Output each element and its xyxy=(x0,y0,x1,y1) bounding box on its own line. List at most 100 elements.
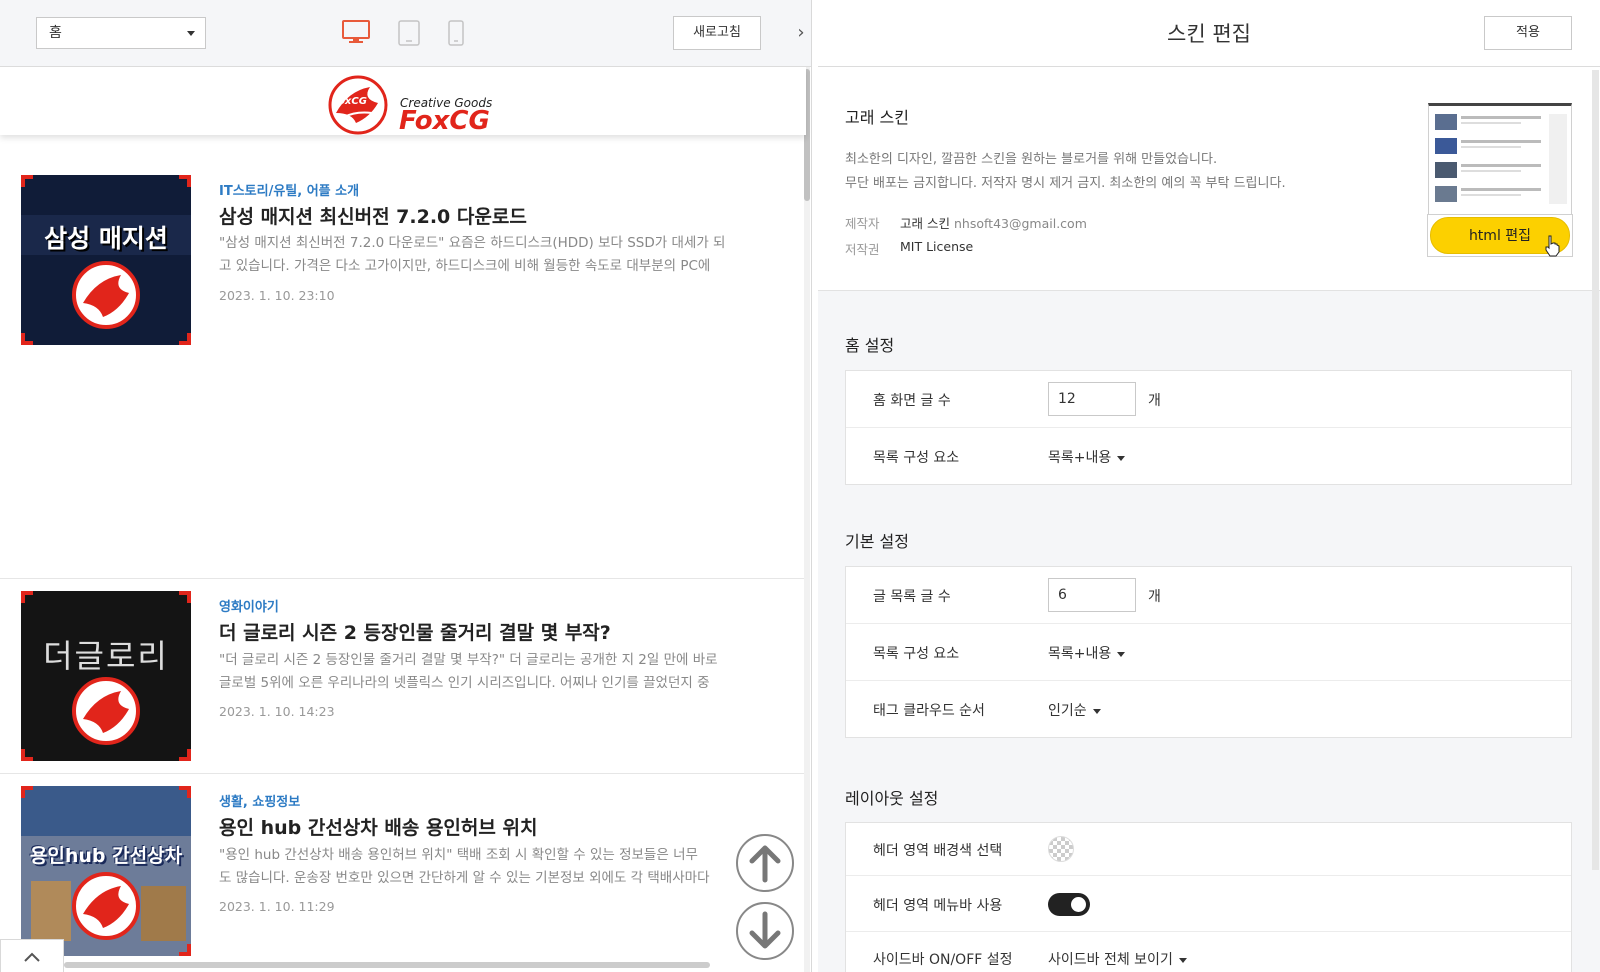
thumbnail-title: 더글로리 xyxy=(43,637,169,675)
apply-button[interactable]: 적용 xyxy=(1484,16,1572,50)
row-label: 홈 화면 글 수 xyxy=(873,393,951,409)
editor-scrollbar[interactable] xyxy=(1592,70,1599,870)
mobile-icon[interactable] xyxy=(448,20,464,46)
chevron-right-icon[interactable]: › xyxy=(792,22,810,44)
list-post-count-input[interactable] xyxy=(1048,578,1136,612)
row-label: 헤더 영역 배경색 선택 xyxy=(873,843,1003,859)
post-title[interactable]: 삼성 매지션 최신버전 7.2.0 다운로드 xyxy=(219,202,527,229)
caret-down-icon xyxy=(1092,708,1101,714)
license-label: 저작권 xyxy=(845,242,880,257)
settings-row: 태그 클라우드 순서 인기순 xyxy=(846,681,1571,738)
row-label: 태그 클라우드 순서 xyxy=(873,703,985,719)
thumbnail-frame xyxy=(21,786,191,956)
post-thumbnail[interactable]: 용인hub 간선상차 xyxy=(21,786,191,956)
horizontal-scrollbar[interactable] xyxy=(64,962,710,968)
row-label: 헤더 영역 메뉴바 사용 xyxy=(873,898,1003,914)
post-date: 2023. 1. 10. 14:23 xyxy=(219,704,335,719)
settings-row: 헤더 영역 배경색 선택 xyxy=(846,823,1571,876)
post-excerpt-line: "더 글로리 시즌 2 등장인물 줄거리 결말 몇 부작?" 더 글로리는 공개… xyxy=(219,652,718,668)
dropdown-value: 목록+내용 xyxy=(1048,450,1112,466)
preview-scrollbar[interactable] xyxy=(804,67,810,972)
thumbnail-title: 삼성 매지션 xyxy=(44,224,168,253)
arrow-down-icon xyxy=(749,911,781,949)
post-excerpt-line: 고 있습니다. 가격은 다소 고가이지만, 하드디스크에 비해 월등한 속도로 … xyxy=(219,258,711,274)
post-title[interactable]: 더 글로리 시즌 2 등장인물 줄거리 결말 몇 부작? xyxy=(219,618,611,645)
sidebar-onoff-dropdown[interactable]: 사이드바 전체 보이기 xyxy=(1048,949,1187,969)
post-date: 2023. 1. 10. 11:29 xyxy=(219,899,335,914)
preview-pane: 홈 새로고침 › FoxCG Creative Goods FoxCG 삼성 매… xyxy=(0,0,812,972)
arrow-up-icon xyxy=(749,845,781,883)
post-category[interactable]: 영화이야기 xyxy=(219,596,279,615)
skin-description: 최소한의 디자인, 깔끔한 스킨을 원하는 블로거를 위해 만들었습니다. xyxy=(845,152,1218,167)
settings-row: 글 목록 글 수 개 xyxy=(846,567,1571,624)
desktop-icon[interactable] xyxy=(342,20,370,44)
page-select-value: 홈 xyxy=(49,25,62,41)
skin-name: 고래 스킨 xyxy=(845,108,909,127)
maker-label: 제작자 xyxy=(845,216,880,231)
blog-header: FoxCG Creative Goods FoxCG xyxy=(0,67,806,136)
layout-settings-card: 헤더 영역 배경색 선택 헤더 영역 메뉴바 사용 사이드바 ON/OFF 설정… xyxy=(845,822,1572,972)
caret-down-icon xyxy=(1178,957,1187,963)
scroll-top-button[interactable] xyxy=(736,834,794,892)
dropdown-value: 목록+내용 xyxy=(1048,646,1112,662)
skin-description: 무단 배포는 금지합니다. 저작자 명시 제거 금지. 최소한의 예의 꼭 부탁… xyxy=(845,176,1286,191)
blog-preview: FoxCG Creative Goods FoxCG 삼성 매지션 IT스토리/… xyxy=(0,67,811,972)
post-excerpt-line: 글로벌 5위에 오른 우리나라의 넷플릭스 인기 시리즈입니다. 어찌나 인기를… xyxy=(219,675,710,691)
list-component-dropdown[interactable]: 목록+내용 xyxy=(1048,447,1126,467)
skin-info: 고래 스킨 최소한의 디자인, 깔끔한 스킨을 원하는 블로거를 위해 만들었습… xyxy=(818,67,1600,291)
home-post-count-input[interactable] xyxy=(1048,382,1136,416)
header-bg-color-picker[interactable] xyxy=(1048,836,1074,862)
tag-cloud-order-dropdown[interactable]: 인기순 xyxy=(1048,700,1101,720)
row-label: 목록 구성 요소 xyxy=(873,450,960,466)
settings-row: 목록 구성 요소 목록+내용 xyxy=(846,428,1571,485)
logo-brand: FoxCG xyxy=(399,106,490,136)
post-thumbnail[interactable]: 더글로리 xyxy=(21,591,191,761)
thumbnail-title: 용인hub 간선상차 xyxy=(29,845,183,867)
page-select[interactable]: 홈 xyxy=(36,17,206,49)
chevron-down-icon xyxy=(187,31,195,36)
toggle-knob xyxy=(1071,897,1086,912)
home-settings-card: 홈 화면 글 수 개 목록 구성 요소 목록+내용 xyxy=(845,370,1572,485)
thumbnail-frame xyxy=(21,175,191,345)
license-value: MIT License xyxy=(900,239,974,254)
settings-row: 사이드바 ON/OFF 설정 사이드바 전체 보이기 xyxy=(846,932,1571,972)
bottom-collapse-tab[interactable] xyxy=(0,939,64,972)
basic-settings-title: 기본 설정 xyxy=(845,532,909,551)
post-category[interactable]: 생활, 쇼핑정보 xyxy=(219,791,300,810)
row-label: 사이드바 ON/OFF 설정 xyxy=(873,952,1013,968)
post-divider xyxy=(0,578,804,579)
settings-row: 헤더 영역 메뉴바 사용 xyxy=(846,876,1571,932)
editor-title: 스킨 편집 xyxy=(1167,22,1251,46)
skin-preview-thumbnail xyxy=(1428,103,1572,215)
caret-down-icon xyxy=(1117,455,1126,461)
post-title[interactable]: 용인 hub 간선상차 배송 용인허브 위치 xyxy=(219,813,537,840)
post-thumbnail[interactable]: 삼성 매지션 xyxy=(21,175,191,345)
maker-value: 고래 스킨 nhsoft43@gmail.com xyxy=(900,213,1087,232)
basic-settings-card: 글 목록 글 수 개 목록 구성 요소 목록+내용 태그 클라우드 순서 인기순 xyxy=(845,566,1572,738)
unit-label: 개 xyxy=(1148,589,1161,605)
post-excerpt-line: "삼성 매지션 최신버전 7.2.0 다운로드" 요즘은 하드디스크(HDD) … xyxy=(219,235,726,251)
logo-small-text: FoxCG xyxy=(332,96,367,107)
maker-name: 고래 스킨 xyxy=(900,216,950,231)
post-category[interactable]: IT스토리/유틸, 어플 소개 xyxy=(219,180,359,199)
post-divider xyxy=(0,773,804,774)
row-label: 글 목록 글 수 xyxy=(873,589,951,605)
home-settings-title: 홈 설정 xyxy=(845,336,895,355)
list-component-dropdown[interactable]: 목록+내용 xyxy=(1048,643,1126,663)
preview-toolbar: 홈 새로고침 › xyxy=(0,0,811,67)
layout-settings-title: 레이아웃 설정 xyxy=(845,789,939,808)
dropdown-value: 사이드바 전체 보이기 xyxy=(1048,952,1173,968)
post-excerpt-line: "용인 hub 간선상차 배송 용인허브 위치" 택배 조회 시 확인할 수 있… xyxy=(219,847,698,863)
settings-row: 홈 화면 글 수 개 xyxy=(846,371,1571,428)
maker-email: nhsoft43@gmail.com xyxy=(953,216,1087,231)
header-menubar-toggle[interactable] xyxy=(1048,893,1090,916)
scroll-bottom-button[interactable] xyxy=(736,902,794,960)
hand-cursor-icon xyxy=(1545,235,1560,257)
settings-row: 목록 구성 요소 목록+내용 xyxy=(846,624,1571,681)
tablet-icon[interactable] xyxy=(398,20,420,46)
post-excerpt-line: 도 많습니다. 운송장 번호만 있으면 간단하게 알 수 있는 기본정보 외에도… xyxy=(219,870,710,886)
skin-preview-image xyxy=(1435,114,1567,204)
unit-label: 개 xyxy=(1148,393,1161,409)
refresh-button[interactable]: 새로고침 xyxy=(673,16,761,50)
row-label: 목록 구성 요소 xyxy=(873,646,960,662)
